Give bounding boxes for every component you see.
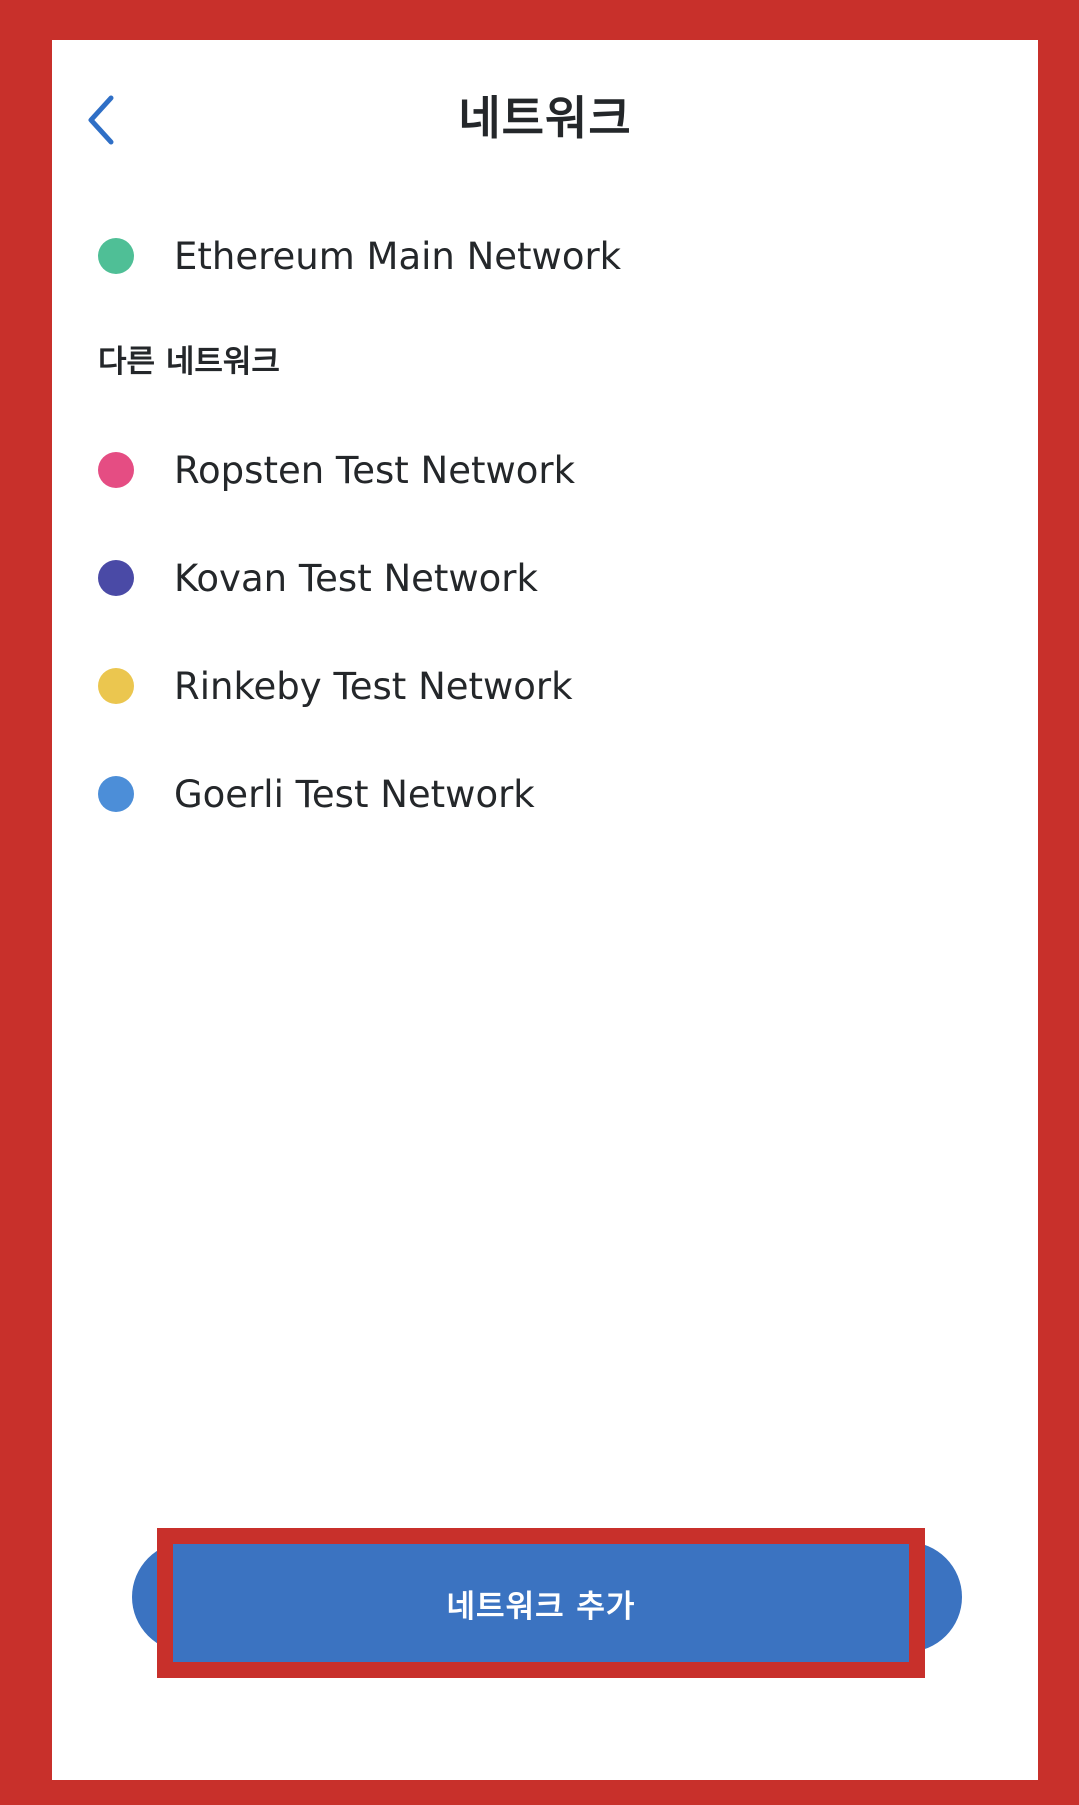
status-dot-icon xyxy=(98,238,134,274)
network-label: Ethereum Main Network xyxy=(174,234,622,278)
network-item-ethereum-main[interactable]: Ethereum Main Network xyxy=(52,216,1038,296)
status-dot-icon xyxy=(98,560,134,596)
network-label: Goerli Test Network xyxy=(174,772,535,816)
add-network-button-label: 네트워크 추가 xyxy=(446,1588,636,1625)
network-item-kovan[interactable]: Kovan Test Network xyxy=(52,538,1038,618)
status-dot-icon xyxy=(98,668,134,704)
network-item-ropsten[interactable]: Ropsten Test Network xyxy=(52,430,1038,510)
section-label-other-networks: 다른 네트워크 xyxy=(98,344,280,380)
network-label: Kovan Test Network xyxy=(174,556,538,600)
network-item-rinkeby[interactable]: Rinkeby Test Network xyxy=(52,646,1038,726)
network-label: Ropsten Test Network xyxy=(174,448,576,492)
network-item-goerli[interactable]: Goerli Test Network xyxy=(52,754,1038,834)
add-network-button[interactable]: 네트워크 추가 xyxy=(157,1528,925,1678)
page-title: 네트워크 xyxy=(458,91,632,145)
highlight-frame: 네트워크 Ethereum Main Network 다른 네트워크 Ropst… xyxy=(0,0,1079,1805)
status-dot-icon xyxy=(98,776,134,812)
status-dot-icon xyxy=(98,452,134,488)
network-label: Rinkeby Test Network xyxy=(174,664,573,708)
network-screen: 네트워크 Ethereum Main Network 다른 네트워크 Ropst… xyxy=(52,40,1038,1780)
header: 네트워크 xyxy=(52,40,1038,190)
